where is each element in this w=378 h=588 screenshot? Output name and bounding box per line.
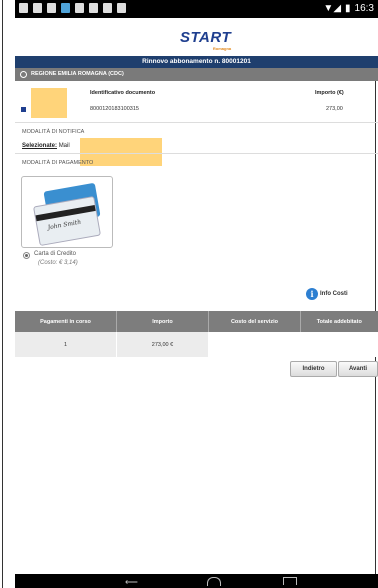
document-id: 8000120183100315 bbox=[90, 106, 139, 112]
selected-label: Selezionate: bbox=[22, 143, 58, 149]
info-icon[interactable]: i bbox=[306, 288, 318, 300]
android-icon bbox=[117, 3, 126, 13]
payment-section-label: MODALITÀ DI PAGAMENTO bbox=[22, 160, 94, 166]
selected-value: Mail bbox=[58, 143, 70, 149]
col-payments: Pagamenti in corso bbox=[15, 311, 117, 332]
clipboard-icon bbox=[103, 3, 112, 13]
app-header: START Romagna bbox=[15, 18, 378, 57]
payment-method-name: Carta di Credito bbox=[34, 251, 77, 257]
android-nav-bar: ⟵ bbox=[15, 574, 378, 588]
credit-card-option[interactable]: John Smith bbox=[21, 176, 113, 248]
payment-total bbox=[300, 332, 378, 357]
notification-section-label: MODALITÀ DI NOTIFICA bbox=[22, 129, 85, 135]
download-icon bbox=[89, 3, 98, 13]
row-bullet bbox=[21, 107, 26, 112]
message-icon bbox=[33, 3, 42, 13]
image-icon bbox=[61, 3, 70, 13]
region-label: REGIONE EMILIA ROMAGNA (CDC) bbox=[31, 71, 124, 77]
payment-method-radio[interactable]: Carta di Credito bbox=[23, 251, 77, 259]
expand-icon bbox=[20, 71, 27, 78]
signal-icon: ▼◢ bbox=[323, 3, 342, 14]
document-amount: 273,00 bbox=[326, 106, 343, 112]
status-bar: ▼◢ ▮ 16:3 bbox=[15, 0, 378, 18]
col-total: Totale addebitato bbox=[300, 311, 378, 332]
download-icon bbox=[75, 3, 84, 13]
info-costi-link[interactable]: i Info Costi bbox=[306, 288, 348, 300]
table-row: 1 273,00 € bbox=[15, 332, 378, 357]
payment-count: 1 bbox=[15, 332, 117, 357]
col-amount: Importo (€) bbox=[315, 90, 344, 96]
credit-card-icon: John Smith bbox=[32, 195, 102, 247]
payment-amount: 273,00 € bbox=[116, 332, 209, 357]
notification-icon bbox=[19, 3, 28, 13]
redaction-box bbox=[31, 88, 67, 118]
notification-selection: Selezionate: Mail bbox=[22, 143, 70, 149]
status-time: 16:3 bbox=[354, 3, 374, 14]
payment-method-cost: (Costo: € 3,14) bbox=[38, 260, 78, 266]
region-bar[interactable]: REGIONE EMILIA ROMAGNA (CDC) bbox=[15, 68, 378, 81]
card-signature: John Smith bbox=[47, 218, 82, 232]
start-logo[interactable]: START Romagna bbox=[180, 29, 231, 51]
info-costi-label: Info Costi bbox=[320, 291, 348, 297]
radio-selected-icon[interactable] bbox=[23, 252, 30, 259]
documents-header: Identificativo documento Importo (€) bbox=[15, 90, 378, 100]
home-nav-icon[interactable] bbox=[207, 577, 221, 586]
payment-service-cost bbox=[208, 332, 301, 357]
next-button[interactable]: Avanti bbox=[338, 361, 378, 377]
divider bbox=[15, 122, 378, 123]
back-nav-icon[interactable]: ⟵ bbox=[125, 578, 138, 587]
col-service-cost: Costo del servizio bbox=[208, 311, 301, 332]
back-button[interactable]: Indietro bbox=[290, 361, 337, 377]
page-title: Rinnovo abbonamento n. 80001201 bbox=[15, 56, 378, 68]
col-document-id: Identificativo documento bbox=[90, 90, 156, 96]
battery-icon: ▮ bbox=[345, 3, 351, 14]
payments-table: Pagamenti in corso Importo Costo del ser… bbox=[15, 311, 378, 357]
table-row[interactable]: 8000120183100315 273,00 bbox=[15, 104, 378, 116]
divider bbox=[15, 153, 378, 154]
col-amount: Importo bbox=[116, 311, 209, 332]
recent-apps-icon[interactable] bbox=[283, 577, 297, 585]
calendar-icon bbox=[47, 3, 56, 13]
